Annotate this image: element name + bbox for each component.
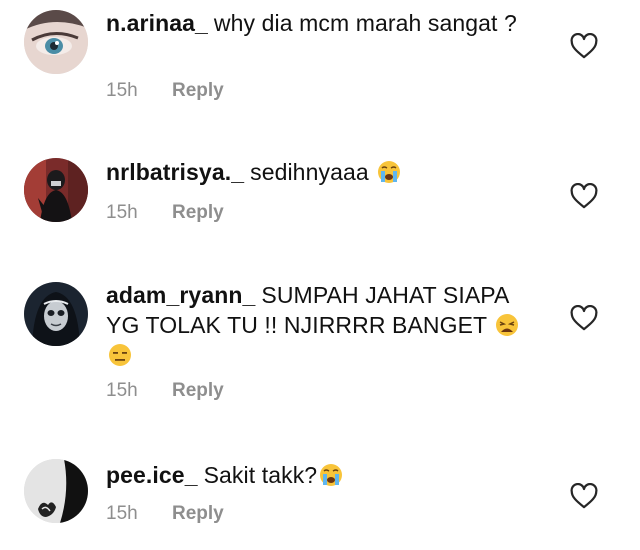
comment-time: 15h xyxy=(106,503,138,524)
heart-outline-icon[interactable] xyxy=(570,183,598,209)
comment-username[interactable]: nrlbatrisya._ xyxy=(106,159,244,185)
comment-username[interactable]: pee.ice_ xyxy=(106,462,198,488)
avatar-image xyxy=(24,282,88,346)
heart-outline-icon[interactable] xyxy=(570,33,598,59)
avatar-image xyxy=(24,10,88,74)
avatar-image xyxy=(24,459,88,523)
comment-body: adam_ryann_ SUMPAH JAHAT SIAPA YG TOLAK T… xyxy=(106,280,546,370)
avatar[interactable] xyxy=(24,282,88,346)
avatar[interactable] xyxy=(24,459,88,523)
reply-button[interactable]: Reply xyxy=(172,380,224,401)
comment-meta: 15h Reply xyxy=(106,80,224,102)
comment-body: nrlbatrisya._ sedihnyaaa xyxy=(106,157,546,187)
comment-meta: 15h Reply xyxy=(106,380,224,402)
avatar[interactable] xyxy=(24,10,88,74)
heart-outline-icon[interactable] xyxy=(570,483,598,509)
comment-text: why dia mcm marah sangat ? xyxy=(213,10,517,36)
comment-time: 15h xyxy=(106,80,138,101)
reply-button[interactable]: Reply xyxy=(172,80,224,101)
comment-text: Sakit takk? xyxy=(203,462,318,488)
avatar[interactable] xyxy=(24,158,88,222)
reply-button[interactable]: Reply xyxy=(172,503,224,524)
comment-text: sedihnyaaa xyxy=(250,159,369,185)
weary-face-icon xyxy=(495,313,519,337)
comment-username[interactable]: n.arinaa_ xyxy=(106,10,208,36)
comment-meta: 15h Reply xyxy=(106,202,224,224)
comment-username[interactable]: adam_ryann_ xyxy=(106,282,255,308)
comment-body: n.arinaa_ why dia mcm marah sangat ? xyxy=(106,8,546,38)
avatar-image xyxy=(24,158,88,222)
comment-meta: 15h Reply xyxy=(106,503,224,525)
heart-outline-icon[interactable] xyxy=(570,305,598,331)
comment-time: 15h xyxy=(106,380,138,401)
reply-button[interactable]: Reply xyxy=(172,202,224,223)
comment-body: pee.ice_ Sakit takk? xyxy=(106,460,546,490)
expressionless-face-icon xyxy=(108,343,132,367)
loudly-crying-face-icon xyxy=(319,463,343,487)
loudly-crying-face-icon xyxy=(377,160,401,184)
comment-time: 15h xyxy=(106,202,138,223)
